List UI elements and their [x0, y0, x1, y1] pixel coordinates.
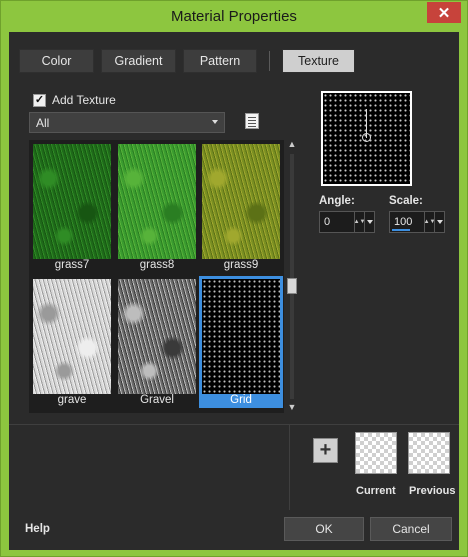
plus-icon: +: [319, 439, 332, 461]
ok-button-label: OK: [315, 522, 333, 536]
texture-category-select[interactable]: All: [29, 112, 225, 133]
texture-thumbnail-grass9: [202, 144, 280, 259]
tab-texture[interactable]: Texture: [282, 49, 355, 73]
tab-texture-label: Texture: [298, 54, 339, 68]
dialog-client-area: Color Gradient Pattern Texture ✓ Add Tex…: [9, 32, 459, 550]
current-swatch[interactable]: [355, 432, 397, 474]
texture-label: grave: [57, 394, 87, 406]
add-swatch-button[interactable]: +: [313, 438, 338, 463]
texture-item-grave[interactable]: grave: [30, 276, 114, 408]
vertical-divider: [289, 424, 290, 510]
texture-thumbnail-grass7: [33, 144, 111, 259]
cancel-button-label: Cancel: [392, 522, 430, 536]
texture-thumbnail-grass8: [118, 144, 196, 259]
texture-item-grass8[interactable]: grass8: [115, 141, 199, 273]
texture-thumbnail-gravel: [118, 279, 196, 394]
scroll-down-icon[interactable]: ▼: [287, 403, 297, 412]
ok-button[interactable]: OK: [284, 517, 364, 541]
help-link[interactable]: Help: [25, 523, 50, 535]
texture-item-grass9[interactable]: grass9: [199, 141, 283, 273]
browse-textures-icon[interactable]: [245, 113, 259, 129]
tab-gradient[interactable]: Gradient: [101, 49, 176, 73]
texture-label: grass9: [223, 259, 259, 271]
texture-gallery: grass7 grass8 grass9 grave Gravel Grid: [29, 140, 284, 413]
angle-field[interactable]: 0 ▲▼: [319, 211, 375, 233]
texture-preview[interactable]: [321, 91, 412, 186]
material-tabs: Color Gradient Pattern Texture: [19, 49, 355, 73]
texture-item-grass7[interactable]: grass7: [30, 141, 114, 273]
close-button[interactable]: ✕: [427, 2, 461, 23]
material-properties-window: Material Properties ✕ Color Gradient Pat…: [0, 0, 468, 557]
angle-value: 0: [324, 216, 331, 228]
scrollbar-track[interactable]: [290, 154, 294, 399]
scale-value: 100: [394, 216, 413, 228]
scroll-up-icon[interactable]: ▲: [287, 140, 297, 149]
tab-gradient-label: Gradient: [114, 54, 163, 68]
texture-thumbnail-grid: [202, 279, 280, 394]
texture-label: grass7: [54, 259, 90, 271]
scale-slider-bar[interactable]: [392, 229, 410, 231]
tab-pattern[interactable]: Pattern: [183, 49, 257, 73]
scale-label: Scale:: [389, 195, 423, 207]
scale-field[interactable]: 100 ▲▼: [389, 211, 445, 233]
close-icon: ✕: [437, 4, 451, 22]
current-label: Current: [356, 485, 396, 497]
scale-stepper[interactable]: ▲▼: [424, 212, 435, 232]
chevron-down-icon: [212, 120, 218, 124]
angle-dropdown[interactable]: [364, 212, 374, 232]
scale-dropdown[interactable]: [434, 212, 444, 232]
tab-color[interactable]: Color: [19, 49, 94, 73]
scrollbar-thumb[interactable]: [287, 278, 297, 294]
tab-separator: [269, 51, 270, 71]
texture-label: Grid: [230, 394, 252, 406]
texture-item-gravel[interactable]: Gravel: [115, 276, 199, 408]
texture-item-grid[interactable]: Grid: [199, 276, 283, 408]
texture-label: grass8: [139, 259, 175, 271]
gallery-scrollbar[interactable]: ▲ ▼: [286, 140, 298, 413]
texture-category-value: All: [36, 115, 50, 130]
add-texture-checkbox[interactable]: ✓: [33, 93, 46, 107]
window-title: Material Properties: [171, 8, 297, 25]
cancel-button[interactable]: Cancel: [370, 517, 452, 541]
crosshair-icon: [362, 133, 371, 142]
angle-label: Angle:: [319, 195, 355, 207]
previous-label: Previous: [409, 485, 456, 497]
add-texture-label: Add Texture: [52, 93, 116, 107]
previous-swatch[interactable]: [408, 432, 450, 474]
tab-pattern-label: Pattern: [199, 54, 241, 68]
tab-color-label: Color: [41, 54, 72, 68]
texture-label: Gravel: [140, 394, 174, 406]
texture-thumbnail-grave: [33, 279, 111, 394]
horizontal-divider: [9, 424, 459, 425]
add-texture-row: ✓ Add Texture: [33, 93, 116, 107]
angle-stepper[interactable]: ▲▼: [354, 212, 365, 232]
title-bar: Material Properties ✕: [1, 1, 467, 32]
